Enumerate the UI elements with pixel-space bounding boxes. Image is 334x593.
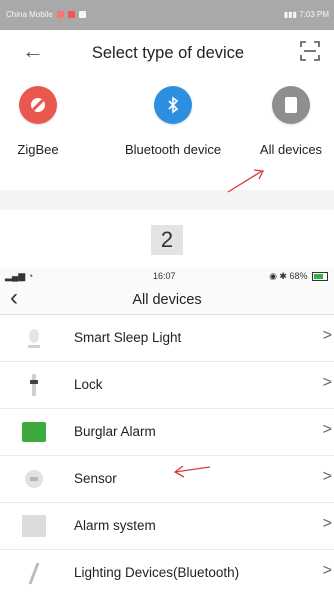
header: ‹ All devices xyxy=(0,284,334,315)
chevron-right-icon: > xyxy=(322,468,332,485)
list-item[interactable]: Smart Sleep Light > xyxy=(0,315,334,362)
page-title: All devices xyxy=(132,292,202,308)
alarm-system-icon xyxy=(22,515,46,537)
bluetooth-icon xyxy=(154,86,192,124)
status-time: 7:03 PM xyxy=(299,10,329,19)
device-type-label: Bluetooth device xyxy=(124,142,222,157)
app-icon xyxy=(79,11,87,19)
step-number: 2 xyxy=(151,225,183,255)
list-item[interactable]: Burglar Alarm > xyxy=(0,409,334,456)
back-arrow-icon[interactable]: ← xyxy=(22,38,44,64)
list-item-label: Lighting Devices(Bluetooth) xyxy=(74,565,240,580)
chevron-right-icon: > xyxy=(322,327,332,344)
battery-icon xyxy=(312,272,328,282)
signal-wifi-icon: ▂▄▆ ◔ xyxy=(5,271,34,281)
device-list: Smart Sleep Light > Lock > Burglar Alarm… xyxy=(0,315,334,593)
signal-icon: ▮▮▮ xyxy=(283,10,297,19)
device-type-bluetooth[interactable]: Bluetooth device xyxy=(112,86,234,157)
sleep-light-icon xyxy=(28,329,40,348)
bluetooth-light-icon xyxy=(28,562,40,585)
chevron-right-icon: > xyxy=(322,562,332,579)
device-type-zigbee[interactable]: ZigBee xyxy=(8,86,68,157)
list-item[interactable]: Lighting Devices(Bluetooth) > xyxy=(0,550,334,593)
annotation-arrow xyxy=(227,169,264,193)
status-time: 16:07 xyxy=(153,271,176,281)
chevron-right-icon: > xyxy=(322,421,332,438)
carrier-label: China Mobile xyxy=(6,10,53,19)
list-item-label: Sensor xyxy=(74,471,117,486)
list-item[interactable]: Alarm system > xyxy=(0,503,334,550)
lock-icon xyxy=(30,374,38,396)
list-item-label: Alarm system xyxy=(74,518,156,533)
list-item[interactable]: Lock > xyxy=(0,362,334,409)
page-title: Select type of device xyxy=(91,44,245,62)
device-type-row: ZigBee Bluetooth device All devices xyxy=(0,74,334,193)
alarm-bluetooth-icon: ◉ ✱ xyxy=(269,271,290,281)
device-type-screen: China Mobile ▮▮▮ 7:03 PM ← Select type o… xyxy=(0,0,334,210)
chevron-right-icon: > xyxy=(322,374,332,391)
header: ← Select type of device xyxy=(0,30,334,74)
list-item-label: Burglar Alarm xyxy=(74,424,156,439)
all-devices-icon xyxy=(272,86,310,124)
device-type-all[interactable]: All devices xyxy=(252,86,330,157)
burglar-alarm-icon xyxy=(22,422,46,442)
mail-icon xyxy=(68,11,76,19)
list-item-label: Smart Sleep Light xyxy=(74,330,182,345)
zigbee-icon xyxy=(19,86,57,124)
device-type-label: ZigBee xyxy=(17,142,59,157)
sensor-icon xyxy=(25,470,43,488)
notification-icon xyxy=(56,11,64,19)
all-devices-screen: ▂▄▆ ◔ 16:07 ◉ ✱ 68% ‹ All devices Smart … xyxy=(0,268,334,593)
status-bar: ▂▄▆ ◔ 16:07 ◉ ✱ 68% xyxy=(0,268,334,284)
battery-percent: 68% xyxy=(289,271,308,281)
scan-icon[interactable] xyxy=(300,41,320,61)
annotation-arrow xyxy=(173,465,211,478)
status-bar: China Mobile ▮▮▮ 7:03 PM xyxy=(0,0,334,30)
list-item[interactable]: Sensor > xyxy=(0,456,334,503)
device-type-label: All devices xyxy=(259,142,323,157)
chevron-right-icon: > xyxy=(322,515,332,532)
list-item-label: Lock xyxy=(74,377,103,392)
